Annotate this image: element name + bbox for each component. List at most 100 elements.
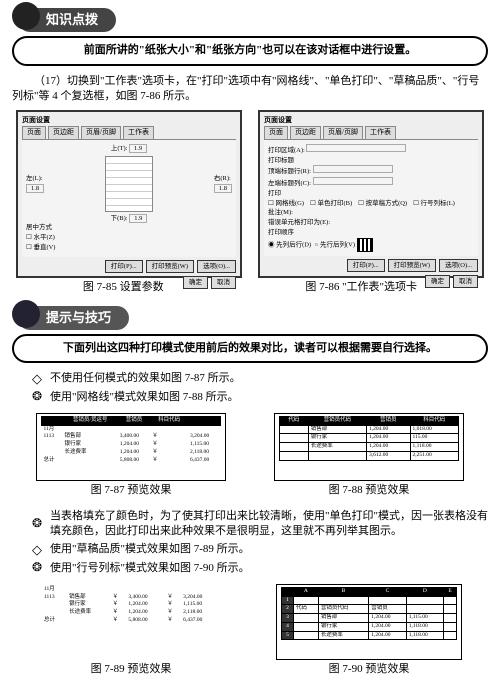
cell: 2,251.00 <box>410 451 458 460</box>
bullet-item: 使用"行号列标"模式效果如图 7-90 所示。 <box>30 561 488 576</box>
tab-margins[interactable]: 页边距 <box>290 126 321 139</box>
cell <box>42 601 67 609</box>
cell <box>42 449 63 457</box>
cell: 11月 <box>42 425 63 433</box>
cell: 1,204.00 <box>126 601 165 609</box>
person-icon <box>12 2 40 30</box>
cell <box>444 614 457 623</box>
input-col-titles[interactable] <box>313 177 393 185</box>
cell: 6,437.00 <box>181 617 220 625</box>
bullet-item: 使用"草稿品质"模式效果如图 7-89 所示。 <box>30 542 488 557</box>
cell: 3,400.00 <box>118 433 150 441</box>
btn-preview[interactable]: 打印预览(W) <box>388 259 436 272</box>
cell: 1,204.00 <box>369 614 407 623</box>
col-header: 营销员 <box>118 417 150 426</box>
banner-knowledge: 知识点拨 <box>12 8 488 32</box>
value-bottom[interactable]: 1.9 <box>129 214 147 223</box>
tab-headerfooter[interactable]: 页眉/页脚 <box>323 126 363 139</box>
col-header: 营销员代码 <box>308 417 366 426</box>
caption-7-86: 图 7-86 "工作表"选项卡 <box>305 280 417 295</box>
radio-down-then-over[interactable]: 先列后行(D) <box>276 241 311 248</box>
cell: ￥ <box>150 441 188 449</box>
col-header: C <box>369 588 407 597</box>
step-17-text: （17）切换到"工作表"选项卡，在"打印"选项中有"网格线"、"单色打印"、"草… <box>12 74 488 105</box>
dialog-title: 页面设置 <box>264 116 478 126</box>
tab-sheet[interactable]: 工作表 <box>365 126 396 139</box>
checkbox-mono[interactable]: 单色打印(B) <box>317 200 352 207</box>
radio-over-then-down[interactable]: 先行后列(V) <box>320 241 355 248</box>
btn-preview[interactable]: 打印预览(W) <box>146 260 194 273</box>
checkbox-rowcol[interactable]: 行号列标(L) <box>421 200 455 207</box>
col-header: 营销员/货运号 <box>62 417 117 426</box>
col-header <box>42 417 63 426</box>
pill-note-2: 下面列出这四种打印模式使用前后的效果对比，读者可以根据需要自行选择。 <box>12 334 488 363</box>
bullet-icon <box>30 517 44 531</box>
cell: 1,204.00 <box>367 434 410 443</box>
bullet-text: 使用"草稿品质"模式效果如图 7-89 所示。 <box>50 542 250 557</box>
cell <box>308 451 366 460</box>
btn-ok[interactable]: 确定 <box>425 275 450 288</box>
tab-margins[interactable]: 页边距 <box>48 126 79 139</box>
tab-sheet[interactable]: 工作表 <box>123 126 154 139</box>
col-header: 营销员 <box>367 417 410 426</box>
cell: ￥ <box>165 609 181 617</box>
dialog-title: 页面设置 <box>22 116 236 126</box>
cell <box>280 443 309 452</box>
btn-print[interactable]: 打印(P)... <box>105 260 143 273</box>
bullet-icon <box>30 543 44 557</box>
cell <box>406 596 443 605</box>
value-left[interactable]: 1.8 <box>26 184 44 193</box>
col-header: 代码 <box>280 417 309 426</box>
btn-ok[interactable]: 确定 <box>183 276 208 289</box>
cell <box>294 614 319 623</box>
cell <box>126 586 165 594</box>
cell <box>42 441 63 449</box>
bullet-item: 使用"网格线"模式效果如图 7-88 所示。 <box>30 390 488 405</box>
dialog-page-setup-margins: 页面设置 页面 页边距 页眉/页脚 工作表 上(T): 1.9 左(L):1.8… <box>16 110 242 278</box>
tab-headerfooter[interactable]: 页眉/页脚 <box>81 126 121 139</box>
checkbox-vertical[interactable]: 垂直(V) <box>33 244 55 251</box>
label-errors: 错误单元格打印为(E): <box>268 219 330 226</box>
col-header <box>282 588 294 597</box>
input-row-titles[interactable] <box>313 165 393 173</box>
cell <box>444 631 457 640</box>
checkbox-horizontal[interactable]: 水平(Z) <box>33 234 54 241</box>
checkbox-draft[interactable]: 按草稿方式(Q) <box>366 200 408 207</box>
btn-options[interactable]: 选项(O)... <box>439 259 478 272</box>
cell: ￥ <box>111 617 127 625</box>
cell: 115.00 <box>410 434 458 443</box>
cell: 1,204.00 <box>126 609 165 617</box>
value-right[interactable]: 1.8 <box>214 184 232 193</box>
cell <box>280 434 309 443</box>
label-left: 左(L): <box>26 175 43 182</box>
cell: 1,204.00 <box>118 441 150 449</box>
btn-cancel[interactable]: 取消 <box>453 275 478 288</box>
caption-7-85: 图 7-85 设置参数 <box>83 280 164 295</box>
col-header: 科目代码 <box>150 417 188 426</box>
cell: 1 <box>282 596 294 605</box>
cell: ￥ <box>150 449 188 457</box>
input-print-area[interactable] <box>306 144 406 152</box>
checkbox-gridlines[interactable]: 网格线(G) <box>275 200 304 207</box>
cell: 11月 <box>42 586 67 594</box>
cell <box>444 622 457 631</box>
bullet-text: 使用"网格线"模式效果如图 7-88 所示。 <box>50 390 239 405</box>
margin-preview-icon <box>105 156 153 212</box>
col-header: A <box>294 588 319 597</box>
col-header: B <box>318 588 368 597</box>
btn-cancel[interactable]: 取消 <box>211 276 236 289</box>
cell: ￥ <box>111 609 127 617</box>
btn-options[interactable]: 选项(O)... <box>197 260 236 273</box>
cell: 3 <box>282 614 294 623</box>
tab-page[interactable]: 页面 <box>22 126 46 139</box>
bullet-icon <box>30 390 44 404</box>
value-top[interactable]: 1.9 <box>129 144 147 153</box>
cell: 代码 <box>294 605 319 614</box>
btn-print[interactable]: 打印(P)... <box>347 259 385 272</box>
cell: 1,118.00 <box>410 443 458 452</box>
cell: 销售部 <box>308 425 366 434</box>
tab-page[interactable]: 页面 <box>264 126 288 139</box>
dialog-tabs: 页面 页边距 页眉/页脚 工作表 <box>22 126 236 140</box>
cell <box>181 586 220 594</box>
cell: 2 <box>282 605 294 614</box>
